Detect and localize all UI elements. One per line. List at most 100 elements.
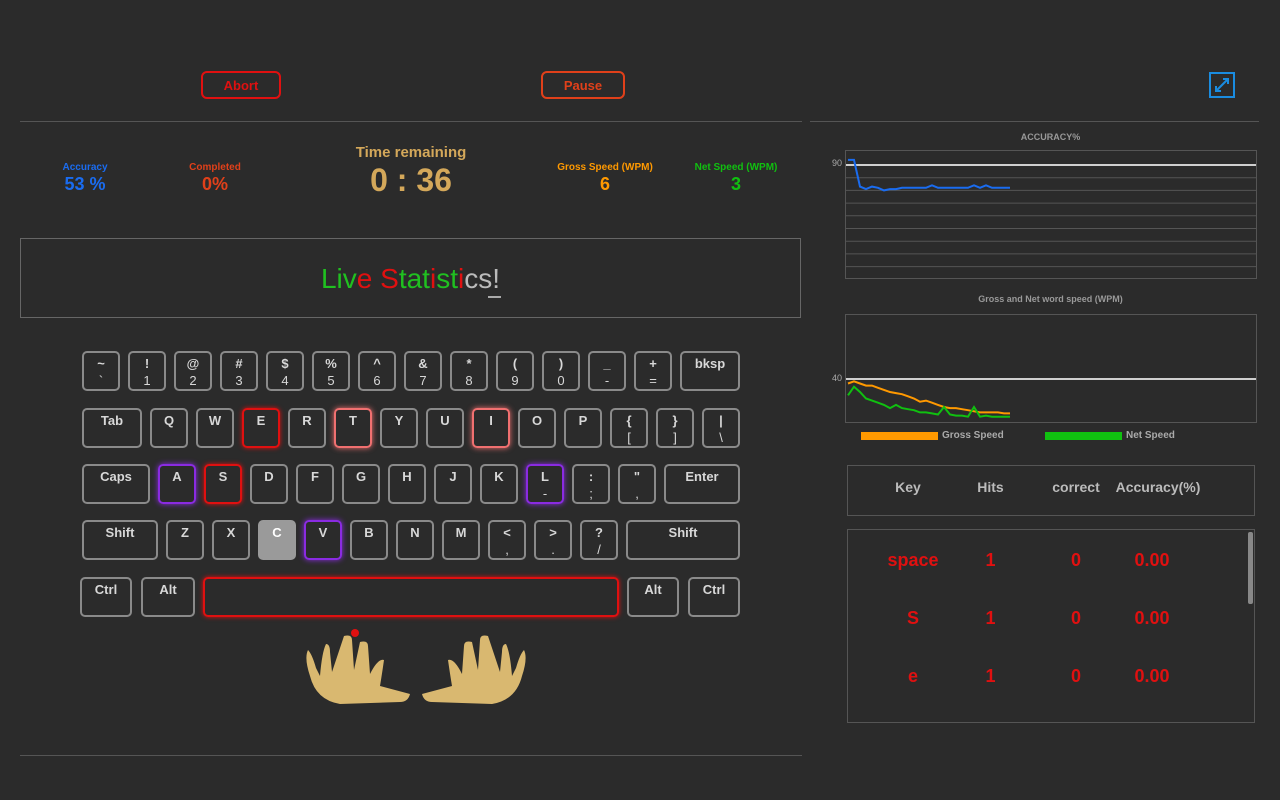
- key-sublabel: ,: [635, 486, 639, 501]
- key-row1-10[interactable]: ) 0: [542, 351, 580, 391]
- key-shift[interactable]: Shift: [626, 520, 740, 560]
- key-row3-10[interactable]: :;: [572, 464, 610, 504]
- key-sublabel: /: [597, 542, 601, 557]
- key-label: #: [235, 356, 243, 371]
- key-sublabel: 0: [557, 373, 565, 388]
- key-r[interactable]: R: [288, 408, 326, 448]
- key-row1-8[interactable]: * 8: [450, 351, 488, 391]
- key-b[interactable]: B: [350, 520, 388, 560]
- key-row1-0[interactable]: ~ `: [82, 351, 120, 391]
- key-c[interactable]: C: [258, 520, 296, 560]
- speed-chart-ytick: 40: [831, 373, 842, 383]
- key-row1-7[interactable]: & 7: [404, 351, 442, 391]
- key-g[interactable]: G: [342, 464, 380, 504]
- key-u[interactable]: U: [426, 408, 464, 448]
- key-caps[interactable]: Caps: [82, 464, 150, 504]
- key-row4-8[interactable]: <,: [488, 520, 526, 560]
- collapse-icon[interactable]: [1209, 72, 1235, 98]
- key-label: F: [311, 469, 319, 484]
- key-label: Alt: [159, 582, 177, 597]
- key-row2-13[interactable]: | \: [702, 408, 740, 448]
- table-cell: 0: [1070, 550, 1081, 570]
- key-row4-9[interactable]: >.: [534, 520, 572, 560]
- divider-top-left: [20, 121, 802, 122]
- key-q[interactable]: Q: [150, 408, 188, 448]
- key-t[interactable]: T: [334, 408, 372, 448]
- key-label: X: [226, 525, 236, 540]
- key-row1-9[interactable]: (9: [496, 351, 534, 391]
- key-v[interactable]: V: [304, 520, 342, 560]
- key-w[interactable]: W: [196, 408, 234, 448]
- key-s[interactable]: S: [204, 464, 242, 504]
- key-label: A: [172, 469, 182, 484]
- key-space[interactable]: [203, 577, 619, 617]
- key-shift[interactable]: Shift: [82, 520, 158, 560]
- key-tab[interactable]: Tab: [82, 408, 142, 448]
- table-scrollbar[interactable]: [1248, 532, 1253, 604]
- divider-top-right: [810, 121, 1259, 122]
- key-row2-12[interactable]: }]: [656, 408, 694, 448]
- key-sublabel: [: [627, 430, 631, 445]
- key-row1-2[interactable]: @2: [174, 351, 212, 391]
- key-row1-12[interactable]: + =: [634, 351, 672, 391]
- key-n[interactable]: N: [396, 520, 434, 560]
- key-bksp[interactable]: bksp: [680, 351, 740, 391]
- key-p[interactable]: P: [564, 408, 602, 448]
- key-sublabel: ;: [589, 486, 593, 501]
- key-e[interactable]: E: [242, 408, 280, 448]
- text-segment: S: [380, 263, 399, 294]
- key-alt[interactable]: Alt: [141, 577, 195, 617]
- key-z[interactable]: Z: [166, 520, 204, 560]
- key-row1-4[interactable]: $4: [266, 351, 304, 391]
- key-row1-6[interactable]: ^ 6: [358, 351, 396, 391]
- key-sublabel: 2: [189, 373, 197, 388]
- text-segment: e: [356, 263, 373, 294]
- key-label: Ctrl: [702, 582, 726, 597]
- key-row4-10[interactable]: ? /: [580, 520, 618, 560]
- key-label: L: [541, 469, 549, 484]
- key-sublabel: ,: [505, 542, 509, 557]
- key-d[interactable]: D: [250, 464, 288, 504]
- key-m[interactable]: M: [442, 520, 480, 560]
- key-row1-1[interactable]: ! 1: [128, 351, 166, 391]
- key-x[interactable]: X: [212, 520, 250, 560]
- key-label: %: [325, 356, 337, 371]
- key-row3-11[interactable]: ",: [618, 464, 656, 504]
- key-label: Enter: [685, 469, 719, 484]
- key-row1-11[interactable]: _ -: [588, 351, 626, 391]
- key-h[interactable]: H: [388, 464, 426, 504]
- key-row1-3[interactable]: #3: [220, 351, 258, 391]
- key-label: Alt: [644, 582, 662, 597]
- abort-button[interactable]: Abort: [201, 71, 281, 99]
- key-row2-11[interactable]: {[: [610, 408, 648, 448]
- key-ctrl[interactable]: Ctrl: [80, 577, 132, 617]
- key-label: &: [418, 356, 428, 371]
- key-ctrl[interactable]: Ctrl: [688, 577, 740, 617]
- key-sublabel: .: [551, 542, 555, 557]
- key-label: ): [558, 356, 564, 371]
- text-cursor: [488, 296, 501, 298]
- key-y[interactable]: Y: [380, 408, 418, 448]
- key-label: (: [512, 356, 518, 371]
- key-label: Caps: [100, 469, 132, 484]
- key-a[interactable]: A: [158, 464, 196, 504]
- key-k[interactable]: K: [480, 464, 518, 504]
- key-f[interactable]: F: [296, 464, 334, 504]
- key-i[interactable]: I: [472, 408, 510, 448]
- typing-text-box: Live Statistics!: [20, 238, 801, 318]
- key-label: P: [578, 413, 588, 428]
- time-remaining-value: 0 : 36: [370, 162, 452, 198]
- key-enter[interactable]: Enter: [664, 464, 740, 504]
- key-stats-table[interactable]: space 1 0 0.00 S 1 0 0.00 e 1 0 0.00: [847, 529, 1255, 723]
- key-label: B: [364, 525, 374, 540]
- key-alt[interactable]: Alt: [627, 577, 679, 617]
- pause-button[interactable]: Pause: [541, 71, 625, 99]
- table-cell: 1: [985, 550, 996, 570]
- legend-gross-swatch: [861, 432, 938, 440]
- key-row1-5[interactable]: % 5: [312, 351, 350, 391]
- key-label: N: [410, 525, 420, 540]
- key-o[interactable]: O: [518, 408, 556, 448]
- key-j[interactable]: J: [434, 464, 472, 504]
- key-l[interactable]: L-: [526, 464, 564, 504]
- key-label: H: [402, 469, 412, 484]
